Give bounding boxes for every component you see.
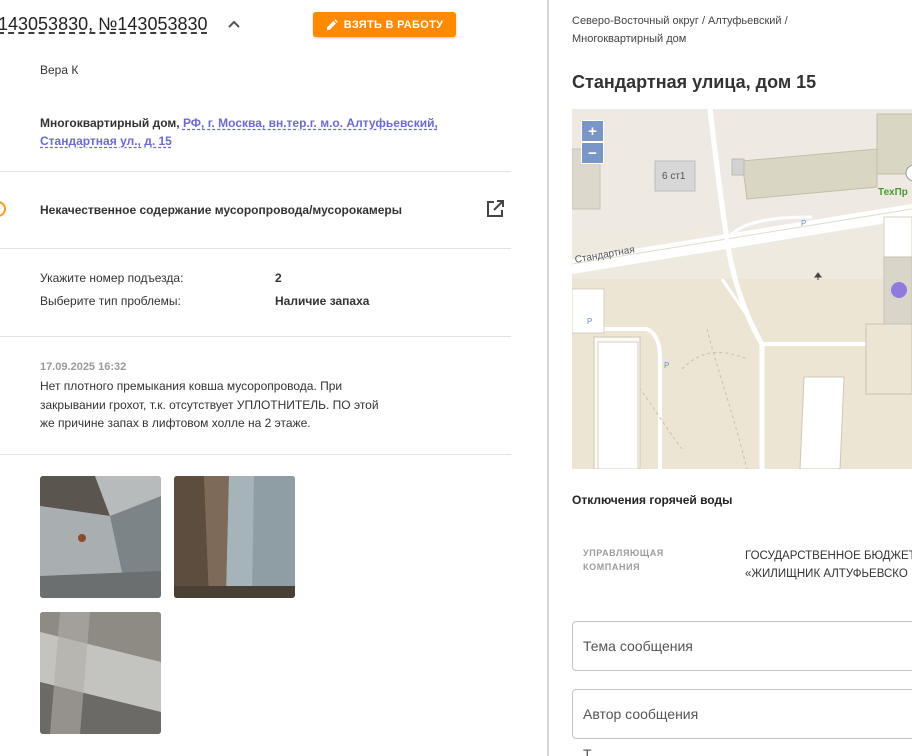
map-parking-label: P <box>587 317 593 326</box>
entrance-label: Укажите номер подъезда: <box>40 271 184 285</box>
breadcrumb-line[interactable]: Многоквартирный дом <box>572 30 872 48</box>
management-value: ГОСУДАРСТВЕННОЕ БЮДЖЕТ «ЖИЛИЩНИК АЛТУФЬЕ… <box>745 547 912 583</box>
divider <box>0 248 511 249</box>
management-label: УПРАВЛЯЮЩАЯ КОМПАНИЯ <box>583 548 664 572</box>
map-view[interactable]: + − 6 ст1 Стандартная ТехПр P P P <box>572 109 912 469</box>
management-line: «ЖИЛИЩНИК АЛТУФЬЕВСКО <box>745 568 908 580</box>
photo-thumbnail[interactable] <box>40 612 161 734</box>
take-to-work-button[interactable]: ВЗЯТЬ В РАБОТУ <box>313 12 456 37</box>
problem-type-value: Наличие запаха <box>275 294 370 308</box>
take-to-work-label: ВЗЯТЬ В РАБОТУ <box>343 18 444 31</box>
subject-field[interactable] <box>572 621 912 671</box>
pencil-icon <box>326 18 338 30</box>
address-type: Многоквартирный дом, <box>40 116 180 130</box>
zoom-in-button[interactable]: + <box>581 120 604 142</box>
map-poi-label: ТехПр <box>878 187 908 198</box>
problem-category: Некачественное содержание мусоропровода/… <box>40 203 402 217</box>
divider <box>0 171 511 172</box>
message-field-label: Т <box>583 746 592 756</box>
app-root: 143053830, №143053830 ВЗЯТЬ В РАБОТУ Вер… <box>0 0 912 756</box>
author-field[interactable] <box>572 689 912 739</box>
ticket-title[interactable]: 143053830, №143053830 <box>0 14 208 35</box>
breadcrumb-line[interactable]: Северо-Восточный округ / Алтуфьевский / <box>572 12 872 30</box>
entrance-value: 2 <box>275 271 282 285</box>
zoom-out-button[interactable]: − <box>581 142 604 164</box>
map-building-label: 6 ст1 <box>662 171 686 182</box>
map-zoom-controls: + − <box>581 120 606 164</box>
chevron-up-icon[interactable] <box>226 17 242 33</box>
divider <box>0 454 511 455</box>
building-title: Стандартная улица, дом 15 <box>572 72 817 92</box>
status-indicator-icon <box>0 201 6 217</box>
hot-water-title: Отключения горячей воды <box>572 493 733 507</box>
open-external-icon[interactable] <box>485 199 505 219</box>
comment-date: 17.09.2025 16:32 <box>40 361 127 373</box>
ticket-address: Многоквартирный дом, РФ, г. Москва, вн.т… <box>40 114 515 150</box>
divider <box>0 336 511 337</box>
map-parking-label: P <box>664 361 670 370</box>
comment-text: Нет плотного премыкания ковша мусоропров… <box>40 379 379 430</box>
author-input[interactable] <box>583 690 912 738</box>
problem-type-label: Выберите тип проблемы: <box>40 294 181 308</box>
photo-thumbnail[interactable] <box>40 476 161 598</box>
subject-input[interactable] <box>583 622 912 670</box>
ticket-author: Вера К <box>40 63 79 77</box>
map-parking-label: P <box>801 219 807 228</box>
ticket-panel: 143053830, №143053830 ВЗЯТЬ В РАБОТУ Вер… <box>0 0 547 756</box>
details-panel: Северо-Восточный округ / Алтуфьевский / … <box>549 0 912 756</box>
map-tiles <box>572 109 912 469</box>
photo-thumbnail[interactable] <box>174 476 295 598</box>
breadcrumb: Северо-Восточный округ / Алтуфьевский / … <box>572 12 872 48</box>
management-line: ГОСУДАРСТВЕННОЕ БЮДЖЕТ <box>745 550 912 562</box>
